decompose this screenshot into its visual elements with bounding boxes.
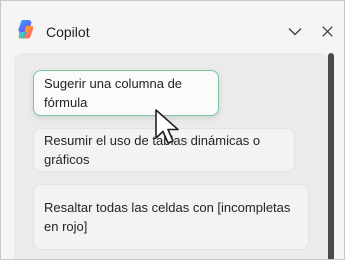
suggestion-label: Sugerir una columna de fórmula: [44, 76, 183, 110]
suggestion-card[interactable]: Sugerir una columna de fórmula: [33, 70, 219, 116]
copilot-logo-icon: [18, 20, 34, 39]
pane-title: Copilot: [46, 24, 90, 40]
suggestion-card[interactable]: Resaltar todas las celdas con [incomplet…: [33, 184, 309, 250]
chevron-down-icon: [288, 27, 302, 35]
mouse-pointer-icon: [155, 109, 179, 144]
collapse-button[interactable]: [285, 21, 305, 41]
scrollbar-thumb[interactable]: [328, 53, 334, 259]
copilot-pane: Copilot Sugerir una columna de fórmula R…: [0, 0, 345, 260]
pane-header: Copilot: [1, 1, 344, 47]
close-icon: [321, 25, 333, 37]
suggestion-label: Resaltar todas las celdas con [incomplet…: [44, 200, 291, 234]
suggestions-list: Sugerir una columna de fórmula Resumir e…: [14, 53, 328, 259]
close-button[interactable]: [317, 21, 337, 41]
